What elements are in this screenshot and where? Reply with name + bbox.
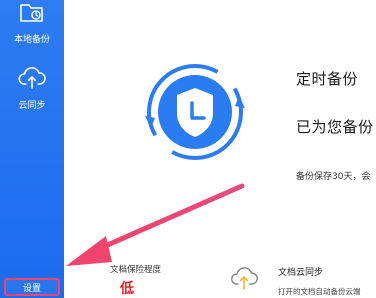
protection-level-label: 文档保险程度: [110, 265, 162, 275]
sidebar-item-label: 云同步: [18, 101, 46, 111]
cloud-sync-description: 打开的文档自动备份云端: [278, 287, 361, 296]
folder-backup-icon: [19, 2, 45, 28]
backup-status-text: 已为您备份: [296, 118, 374, 136]
sidebar-item-label: 本地备份: [13, 35, 50, 45]
sidebar: 本地备份 云同步 设置: [0, 0, 64, 298]
scheduled-backup-shield-icon: [139, 56, 251, 168]
sidebar-item-local-backup[interactable]: 本地备份: [0, 0, 64, 45]
cloud-sync-icon[interactable]: [230, 262, 258, 290]
sidebar-item-cloud-sync[interactable]: 云同步: [0, 66, 64, 112]
retention-text: 备份保存30天，会: [296, 172, 371, 182]
cloud-sync-title: 文档云同步: [278, 268, 324, 278]
protection-level-value: 低: [120, 281, 134, 297]
cloud-upload-icon: [18, 66, 46, 94]
page-title: 定时备份: [296, 70, 359, 88]
settings-label: 设置: [22, 283, 41, 294]
settings-button[interactable]: 设置: [4, 278, 60, 296]
app-window: 本地备份 云同步 设置 定时备份 已为您备份 备份保存30天，会 文档保险程度 …: [0, 0, 376, 298]
main-panel: 定时备份 已为您备份 备份保存30天，会 文档保险程度 低 文档云同步 打开的文…: [64, 0, 376, 298]
